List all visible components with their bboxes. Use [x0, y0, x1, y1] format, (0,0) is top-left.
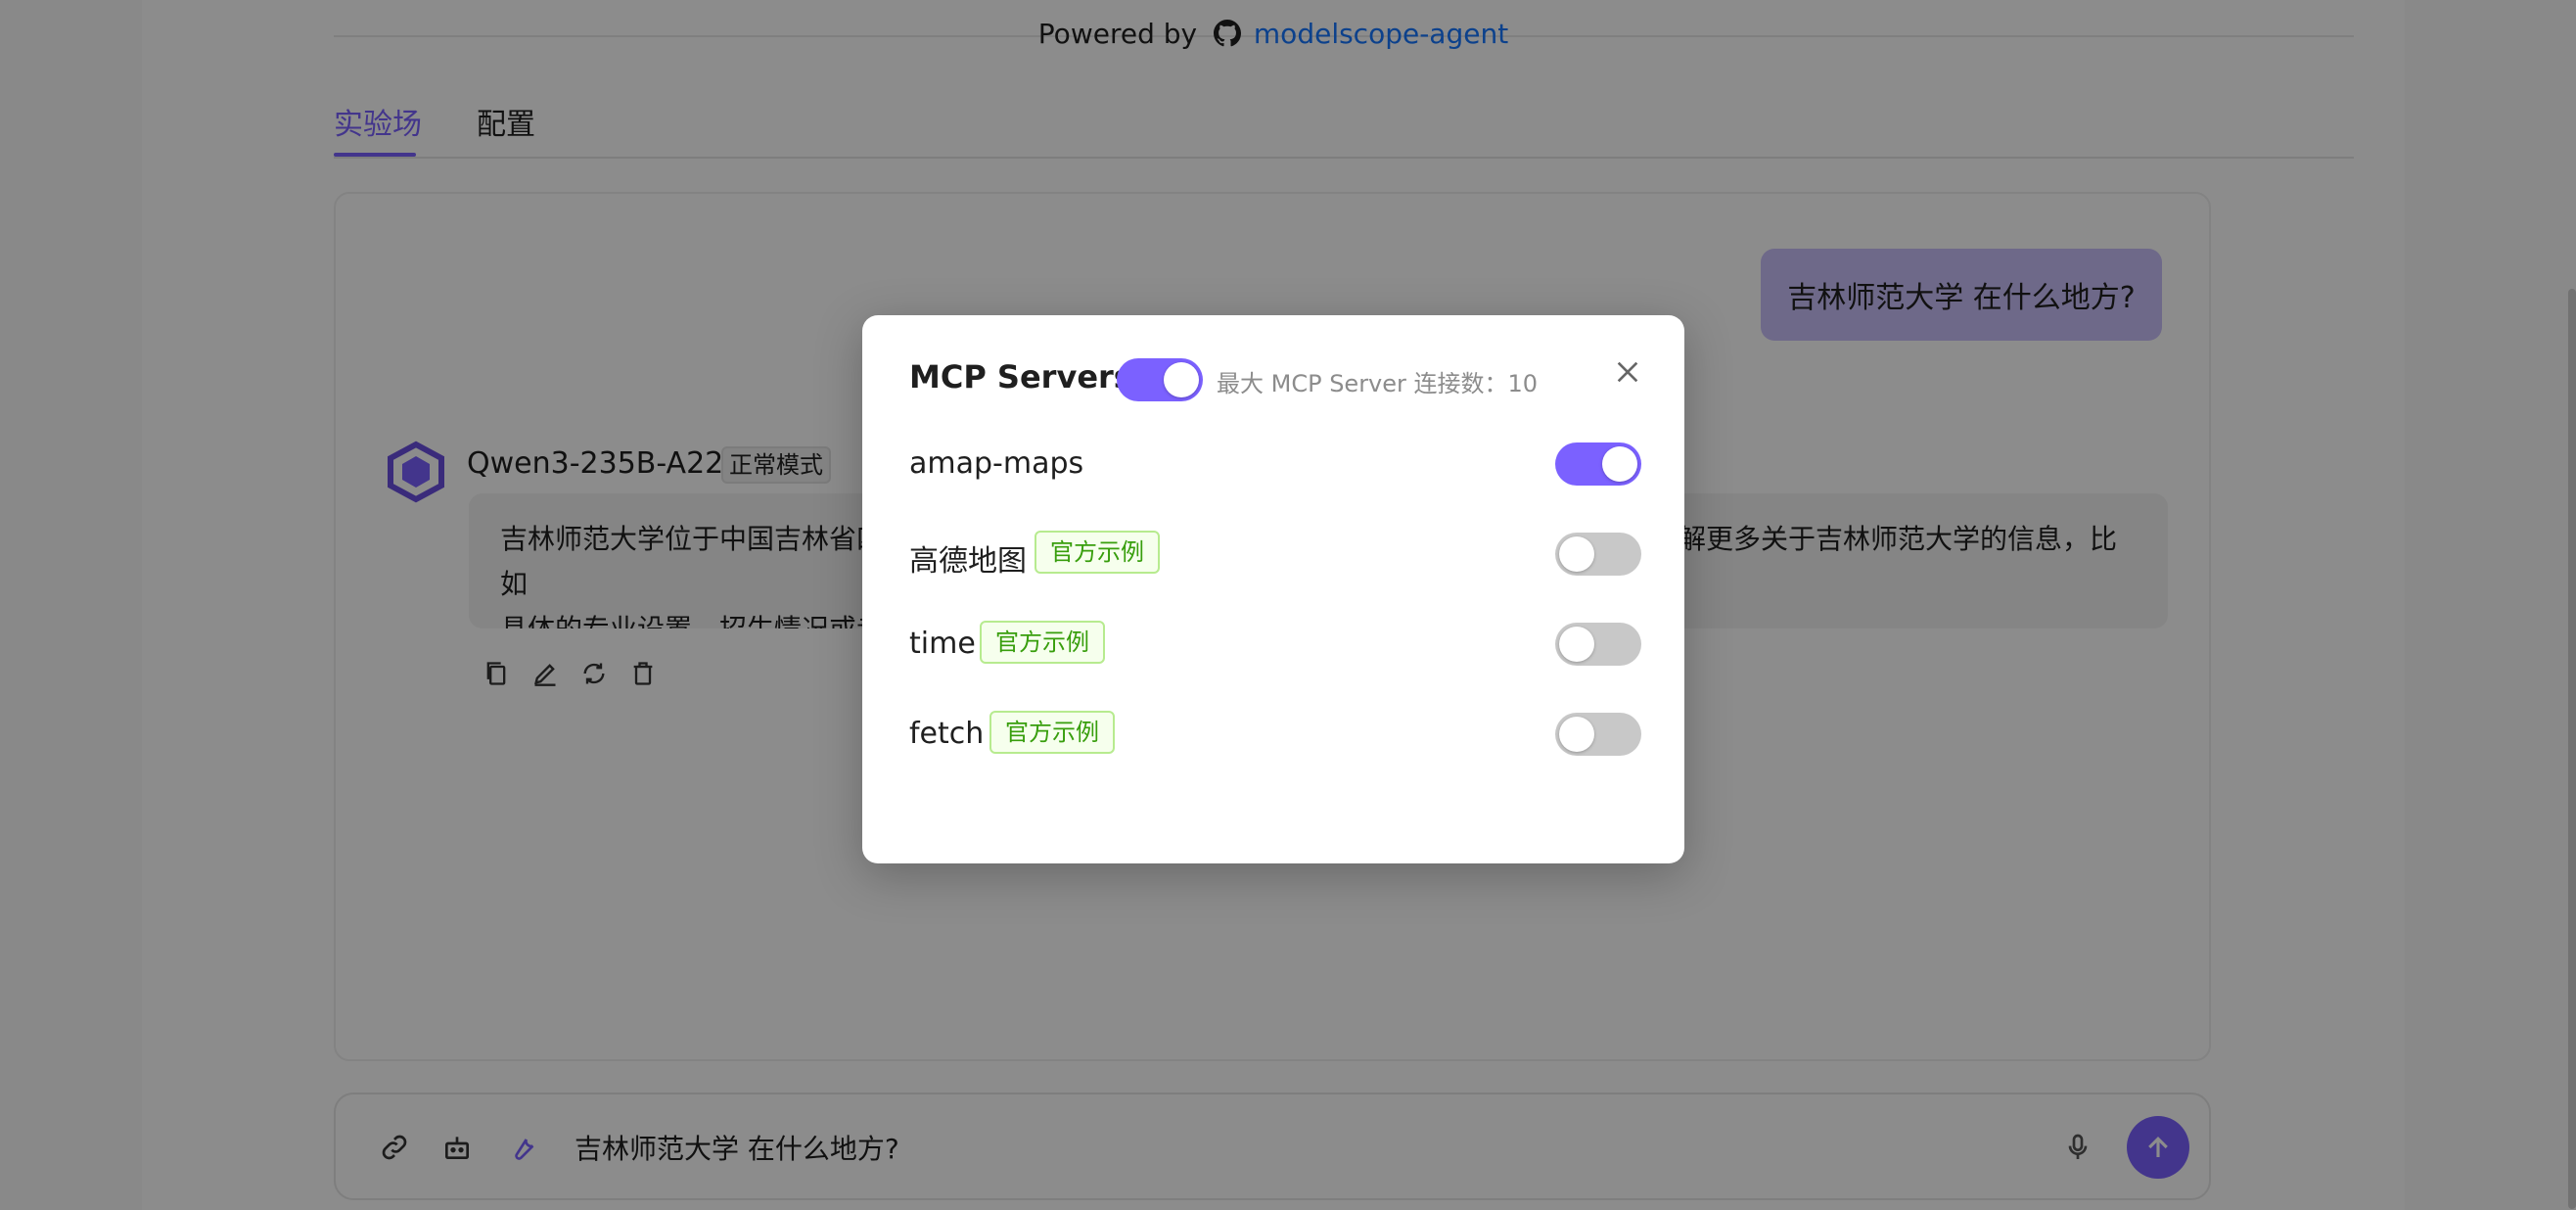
- server-toggle-fetch[interactable]: [1555, 713, 1641, 756]
- official-example-tag: 官方示例: [989, 711, 1115, 754]
- server-toggle-amap-maps[interactable]: [1555, 442, 1641, 486]
- server-row-amap-maps: amap-maps: [909, 441, 1641, 488]
- close-icon[interactable]: [1612, 356, 1643, 388]
- modal-title: MCP Servers: [909, 358, 1132, 396]
- server-name: amap-maps: [909, 446, 1084, 481]
- official-example-tag: 官方示例: [1035, 531, 1160, 574]
- toggle-knob: [1559, 717, 1594, 752]
- server-row-time: time 官方示例: [909, 621, 1641, 668]
- mcp-servers-modal: MCP Servers 最大 MCP Server 连接数：10: [862, 315, 1684, 863]
- mcp-master-toggle[interactable]: [1117, 358, 1203, 401]
- toggle-knob: [1164, 362, 1199, 397]
- server-name: 高德地图: [909, 544, 1027, 579]
- server-toggle-gaode[interactable]: [1555, 533, 1641, 576]
- toggle-knob: [1559, 627, 1594, 662]
- server-toggle-time[interactable]: [1555, 623, 1641, 666]
- toggle-knob: [1559, 536, 1594, 572]
- server-name: fetch: [909, 717, 985, 751]
- max-connections-label: 最大 MCP Server 连接数：10: [1217, 370, 1539, 397]
- toggle-knob: [1602, 446, 1637, 482]
- server-row-fetch: fetch 官方示例: [909, 711, 1641, 758]
- official-example-tag: 官方示例: [980, 621, 1105, 664]
- server-name: time: [909, 627, 976, 661]
- server-row-gaode: 高德地图 官方示例: [909, 531, 1641, 579]
